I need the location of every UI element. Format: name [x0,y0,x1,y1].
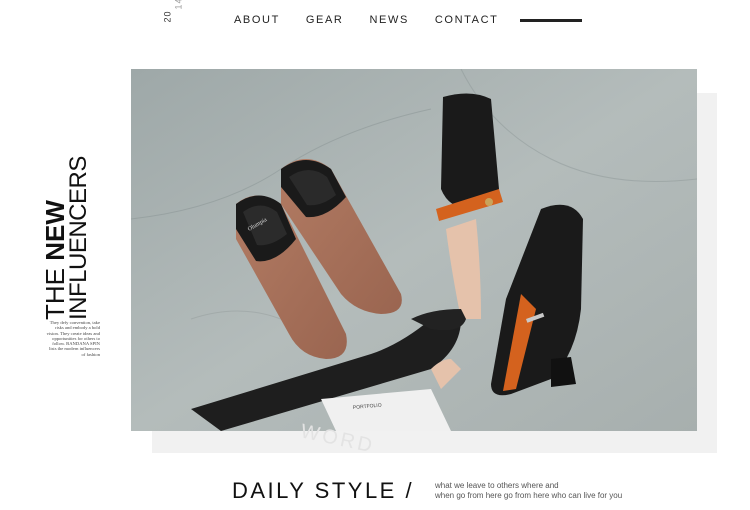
nav-news[interactable]: NEWS [369,14,408,26]
hero-photo: Olumpia PORTFOLIO [131,69,697,431]
tagline: what we leave to others where and when g… [435,481,622,501]
side-title: THE NEW INFLUENCERS [40,150,98,320]
year-part-2: 14 [173,0,184,10]
nav-gear[interactable]: GEAR [306,14,344,26]
tagline-line-2: when go from here go from here who can l… [435,491,623,500]
daily-style-title: DAILY STYLE / [232,478,415,503]
nav-about[interactable]: ABOUT [234,14,280,26]
main-nav: ABOUT GEAR NEWS CONTACT [234,14,583,26]
nav-bar-decoration [520,18,583,22]
tagline-line-1: what we leave to others where and [435,481,559,490]
title-influencers: INFLUENCERS [65,156,92,320]
side-blurb: They defy convention, take risks and emb… [46,320,100,357]
nav-contact[interactable]: CONTACT [435,14,499,26]
year-part-1: 20 [162,10,173,23]
